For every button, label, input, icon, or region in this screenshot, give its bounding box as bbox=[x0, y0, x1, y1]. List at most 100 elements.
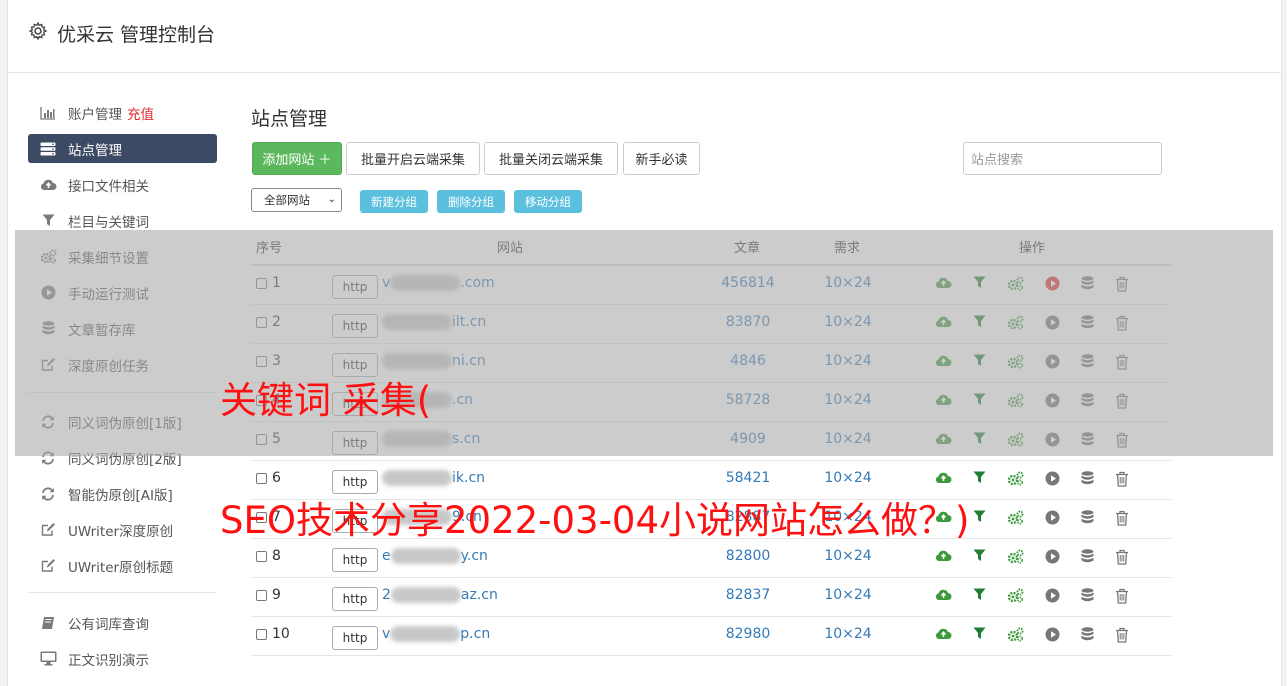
site-link[interactable]: 2 az.cn bbox=[382, 587, 498, 603]
sidebar-item[interactable]: 栏目与关键词 bbox=[28, 206, 217, 235]
filter-icon[interactable] bbox=[973, 354, 989, 370]
sidebar-item[interactable]: 深度原创任务 bbox=[28, 350, 217, 379]
trash-icon[interactable] bbox=[1115, 276, 1131, 292]
filter-icon[interactable] bbox=[973, 393, 989, 409]
site-link[interactable]: ni.cn bbox=[382, 353, 486, 369]
filter-icon[interactable] bbox=[973, 315, 989, 331]
article-count[interactable]: 58421 bbox=[691, 470, 805, 486]
sidebar-item[interactable]: 账户管理 充值 bbox=[28, 98, 217, 127]
database-icon[interactable] bbox=[1081, 549, 1097, 565]
sidebar-item[interactable]: 智能伪原创[AI版] bbox=[28, 479, 217, 508]
delete-group-button[interactable]: 删除分组 bbox=[437, 190, 505, 213]
cloud-upload-icon[interactable] bbox=[935, 588, 952, 604]
row-checkbox[interactable] bbox=[256, 629, 267, 640]
database-icon[interactable] bbox=[1081, 588, 1097, 604]
database-icon[interactable] bbox=[1081, 471, 1097, 487]
sidebar-item[interactable]: 公有词库查询 bbox=[28, 608, 217, 637]
article-count[interactable]: 82980 bbox=[691, 626, 805, 642]
sidebar-item[interactable]: UWriter原创标题 bbox=[28, 551, 217, 580]
site-search-input[interactable]: 站点搜索 bbox=[963, 142, 1162, 175]
gears-icon[interactable] bbox=[1007, 510, 1024, 526]
cloud-upload-icon[interactable] bbox=[935, 393, 952, 409]
trash-icon[interactable] bbox=[1115, 588, 1131, 604]
group-select[interactable]: 全部网站 ⌄ bbox=[251, 188, 342, 212]
gears-icon[interactable] bbox=[1007, 549, 1024, 565]
sidebar-item[interactable]: 采集细节设置 bbox=[28, 242, 217, 271]
gears-icon[interactable] bbox=[1007, 276, 1024, 292]
article-count[interactable]: 58728 bbox=[691, 392, 805, 408]
gears-icon[interactable] bbox=[1007, 627, 1024, 643]
database-icon[interactable] bbox=[1081, 627, 1097, 643]
trash-icon[interactable] bbox=[1115, 510, 1131, 526]
trash-icon[interactable] bbox=[1115, 393, 1131, 409]
sidebar-item[interactable]: 同义词伪原创[1版] bbox=[28, 407, 217, 436]
filter-icon[interactable] bbox=[973, 549, 989, 565]
site-link[interactable]: v .com bbox=[382, 275, 495, 291]
sidebar-item[interactable]: 文章暂存库 bbox=[28, 314, 217, 343]
bulk-disable-cloud-button[interactable]: 批量关闭云端采集 bbox=[484, 142, 618, 175]
database-icon[interactable] bbox=[1081, 432, 1097, 448]
cloud-upload-icon[interactable] bbox=[935, 510, 952, 526]
gears-icon[interactable] bbox=[1007, 471, 1024, 487]
demand-value[interactable]: 10×24 bbox=[811, 353, 885, 369]
article-count[interactable]: 456814 bbox=[691, 275, 805, 291]
database-icon[interactable] bbox=[1081, 393, 1097, 409]
play-circle-icon[interactable] bbox=[1045, 276, 1061, 292]
trash-icon[interactable] bbox=[1115, 432, 1131, 448]
site-link[interactable]: e y.cn bbox=[382, 548, 488, 564]
article-count[interactable]: 4909 bbox=[691, 431, 805, 447]
row-checkbox[interactable] bbox=[256, 278, 267, 289]
demand-value[interactable]: 10×24 bbox=[811, 431, 885, 447]
new-group-button[interactable]: 新建分组 bbox=[360, 190, 428, 213]
site-link[interactable]: ik.cn bbox=[382, 470, 485, 486]
row-checkbox[interactable] bbox=[256, 551, 267, 562]
newbie-guide-button[interactable]: 新手必读 bbox=[623, 142, 700, 175]
filter-icon[interactable] bbox=[973, 627, 989, 643]
demand-value[interactable]: 10×24 bbox=[811, 587, 885, 603]
site-link[interactable]: 9.cn bbox=[382, 509, 482, 525]
cloud-upload-icon[interactable] bbox=[935, 471, 952, 487]
trash-icon[interactable] bbox=[1115, 549, 1131, 565]
play-circle-icon[interactable] bbox=[1045, 432, 1061, 448]
cloud-upload-icon[interactable] bbox=[935, 627, 952, 643]
site-link[interactable]: s.cn bbox=[382, 431, 480, 447]
row-checkbox[interactable] bbox=[256, 590, 267, 601]
article-count[interactable]: 4846 bbox=[691, 353, 805, 369]
database-icon[interactable] bbox=[1081, 315, 1097, 331]
bulk-enable-cloud-button[interactable]: 批量开启云端采集 bbox=[346, 142, 480, 175]
database-icon[interactable] bbox=[1081, 510, 1097, 526]
cloud-upload-icon[interactable] bbox=[935, 354, 952, 370]
database-icon[interactable] bbox=[1081, 276, 1097, 292]
row-checkbox[interactable] bbox=[256, 473, 267, 484]
cloud-upload-icon[interactable] bbox=[935, 549, 952, 565]
play-circle-icon[interactable] bbox=[1045, 627, 1061, 643]
article-count[interactable]: 82887 bbox=[691, 509, 805, 525]
trash-icon[interactable] bbox=[1115, 354, 1131, 370]
demand-value[interactable]: 10×24 bbox=[811, 470, 885, 486]
database-icon[interactable] bbox=[1081, 354, 1097, 370]
play-circle-icon[interactable] bbox=[1045, 315, 1061, 331]
gears-icon[interactable] bbox=[1007, 354, 1024, 370]
demand-value[interactable]: 10×24 bbox=[811, 626, 885, 642]
sidebar-item[interactable]: 正文识别演示 bbox=[28, 644, 217, 673]
article-count[interactable]: 82837 bbox=[691, 587, 805, 603]
move-group-button[interactable]: 移动分组 bbox=[514, 190, 582, 213]
filter-icon[interactable] bbox=[973, 588, 989, 604]
article-count[interactable]: 83870 bbox=[691, 314, 805, 330]
play-circle-icon[interactable] bbox=[1045, 471, 1061, 487]
row-checkbox[interactable] bbox=[256, 512, 267, 523]
demand-value[interactable]: 10×24 bbox=[811, 314, 885, 330]
row-checkbox[interactable] bbox=[256, 395, 267, 406]
demand-value[interactable]: 10×24 bbox=[811, 392, 885, 408]
cloud-upload-icon[interactable] bbox=[935, 276, 952, 292]
demand-value[interactable]: 10×24 bbox=[811, 275, 885, 291]
add-site-button[interactable]: 添加网站 ＋ bbox=[252, 142, 342, 175]
row-checkbox[interactable] bbox=[256, 317, 267, 328]
filter-icon[interactable] bbox=[973, 432, 989, 448]
cloud-upload-icon[interactable] bbox=[935, 315, 952, 331]
play-circle-icon[interactable] bbox=[1045, 549, 1061, 565]
trash-icon[interactable] bbox=[1115, 627, 1131, 643]
filter-icon[interactable] bbox=[973, 510, 989, 526]
filter-icon[interactable] bbox=[973, 471, 989, 487]
site-link[interactable]: ilt.cn bbox=[382, 314, 486, 330]
